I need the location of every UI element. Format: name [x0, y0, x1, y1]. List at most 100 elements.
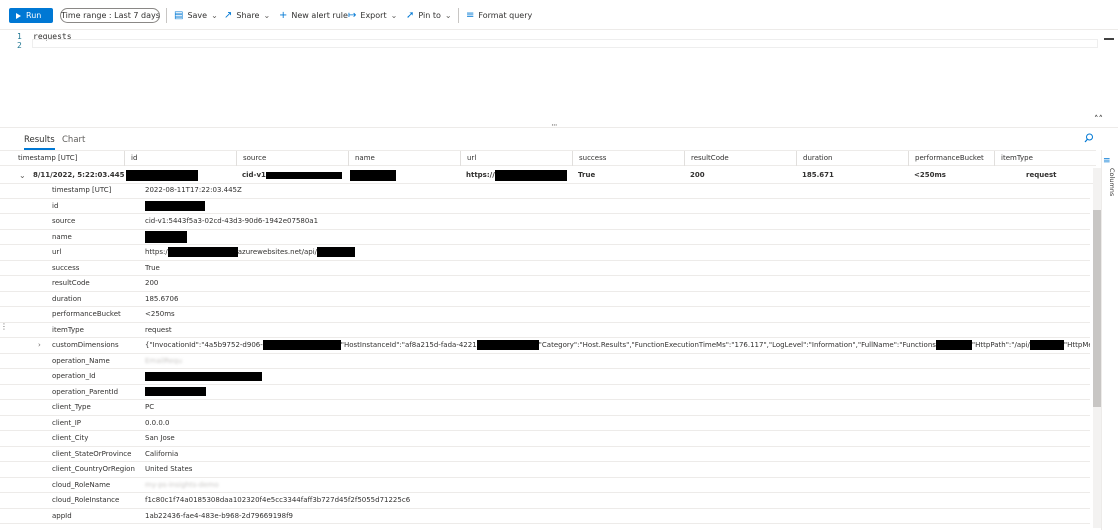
resize-grip-icon[interactable]: ⋮	[0, 322, 8, 331]
column-header[interactable]: timestamp [UTC]	[0, 151, 124, 166]
column-header[interactable]: source	[236, 151, 348, 166]
tab-chart[interactable]: Chart	[62, 135, 85, 145]
pin-icon: ➚	[406, 10, 415, 21]
collapse-editor-icon[interactable]: ˄˄	[1094, 115, 1103, 125]
chevron-down-icon: ⌄	[390, 11, 398, 20]
column-header[interactable]: success	[572, 151, 684, 166]
detail-value: 200	[145, 279, 159, 287]
chevron-right-icon[interactable]: ›	[38, 338, 41, 353]
detail-key: client_City	[52, 434, 89, 442]
detail-row: client_CountryOrRegion United States	[0, 462, 1090, 478]
detail-key: client_CountryOrRegion	[52, 465, 135, 473]
results-scrollbar-thumb[interactable]	[1093, 210, 1101, 407]
url-domain: azurewebsites.net/api/	[237, 248, 318, 256]
detail-row: url https:/ azurewebsites.net/api/	[0, 245, 1090, 261]
pin-to-button[interactable]: ➚ Pin to ⌄	[406, 8, 452, 23]
toolbar-divider	[166, 8, 167, 23]
detail-row-custom-dimensions[interactable]: › customDimensions {"InvocationId":"4a5b…	[0, 338, 1090, 354]
detail-row: performanceBucket <250ms	[0, 307, 1090, 323]
chevron-down-icon[interactable]: ⌄	[19, 167, 26, 184]
source-cell: cid-v1	[236, 167, 342, 184]
item-type-cell: request	[1026, 171, 1057, 179]
column-header[interactable]: performanceBucket	[908, 151, 994, 166]
save-button[interactable]: ▤ Save ⌄	[174, 8, 218, 23]
redacted-block	[262, 340, 341, 350]
column-header[interactable]: itemType	[994, 151, 1094, 166]
export-label: Export	[360, 11, 387, 20]
duration-cell: 185.671	[802, 171, 834, 179]
redacted-block	[145, 371, 262, 381]
detail-key: timestamp [UTC]	[52, 186, 112, 194]
detail-row: client_City San Jose	[0, 431, 1090, 447]
column-header[interactable]: name	[348, 151, 460, 166]
editor-scrollbar[interactable]	[1104, 30, 1114, 50]
cd-text: "HostInstanceId":"af8a215d-fada-4221	[340, 341, 477, 349]
detail-row: client_Type PC	[0, 400, 1090, 416]
detail-row: cloud_RoleInstance f1c80c1f74a0185308daa…	[0, 493, 1090, 509]
detail-row: cloud_RoleName my-ps-insights-demo	[0, 478, 1090, 493]
format-icon: ≡	[466, 10, 475, 21]
cd-text: {"InvocationId":"4a5b9752-d906-	[145, 341, 263, 349]
redacted-block	[494, 169, 567, 181]
pin-label: Pin to	[418, 11, 441, 20]
detail-key: customDimensions	[52, 341, 119, 349]
detail-key: duration	[52, 294, 82, 303]
redacted-block	[1029, 340, 1064, 350]
detail-value: 0.0.0.0	[145, 418, 170, 427]
redacted-block	[265, 171, 342, 179]
format-query-button[interactable]: ≡ Format query	[466, 8, 532, 23]
detail-value: EmailRequ	[145, 356, 183, 365]
query-toolbar: Run Time range : Last 7 days ▤ Save ⌄ ↗ …	[0, 0, 1118, 30]
redacted-block	[145, 230, 187, 243]
tab-results[interactable]: Results	[24, 135, 55, 150]
share-button[interactable]: ↗ Share ⌄	[224, 8, 270, 23]
columns-panel-label[interactable]: Columns	[1108, 168, 1116, 196]
detail-row: success True	[0, 261, 1090, 276]
play-icon	[16, 12, 21, 19]
time-range-picker[interactable]: Time range : Last 7 days	[60, 8, 160, 23]
column-header[interactable]: duration	[796, 151, 908, 166]
detail-value: f1c80c1f74a0185308daa102320f4e5cc3344faf…	[145, 496, 411, 504]
redacted-block	[317, 247, 356, 257]
detail-key: id	[52, 201, 59, 210]
redacted-block	[167, 247, 238, 257]
grid-header: timestamp [UTC] id source name url succe…	[0, 150, 1096, 166]
columns-icon[interactable]: ≡	[1103, 156, 1111, 166]
url-cell: https://	[460, 167, 567, 184]
detail-value: PC	[145, 403, 155, 411]
detail-value: United States	[145, 465, 193, 473]
table-row[interactable]: ⌄ 8/11/2022, 5:22:03.445 PM cid-v1 https…	[0, 167, 1096, 184]
detail-row: client_StateOrProvince California	[0, 447, 1090, 462]
new-alert-rule-button[interactable]: + New alert rule	[279, 8, 348, 23]
columns-panel[interactable]	[1101, 150, 1118, 530]
detail-key: source	[52, 217, 76, 225]
detail-key: performanceBucket	[52, 310, 121, 318]
detail-key: url	[52, 248, 62, 256]
result-code-cell: 200	[690, 171, 705, 179]
new-alert-label: New alert rule	[291, 11, 348, 20]
detail-value: San Jose	[145, 434, 175, 442]
id-cell	[120, 167, 198, 184]
column-header[interactable]: id	[124, 151, 236, 166]
search-icon[interactable]	[1084, 133, 1094, 143]
detail-value: <250ms	[145, 310, 175, 318]
line-number: 2	[17, 41, 22, 50]
detail-value: request	[145, 325, 172, 334]
run-button[interactable]: Run	[9, 8, 53, 23]
detail-row: duration 185.6706	[0, 292, 1090, 307]
save-icon: ▤	[174, 10, 184, 21]
redacted-block	[145, 200, 205, 211]
column-header[interactable]: url	[460, 151, 572, 166]
detail-key: client_StateOrProvince	[52, 449, 132, 458]
export-button[interactable]: ↦ Export ⌄	[348, 8, 397, 23]
detail-row: timestamp [UTC] 2022-08-11T17:22:03.445Z	[0, 183, 1090, 199]
detail-row: operation_Id	[0, 369, 1090, 385]
detail-row: operation_ParentId	[0, 385, 1090, 400]
chevron-down-icon: ⌄	[263, 11, 271, 20]
name-cell	[344, 167, 396, 184]
cd-text: "HttpMethod":"POST","ProcessId":"5036","…	[1063, 341, 1090, 349]
detail-row: id	[0, 199, 1090, 214]
column-header[interactable]: resultCode	[684, 151, 796, 166]
detail-value: California	[145, 449, 179, 458]
time-range-label: Time range :	[61, 11, 112, 20]
